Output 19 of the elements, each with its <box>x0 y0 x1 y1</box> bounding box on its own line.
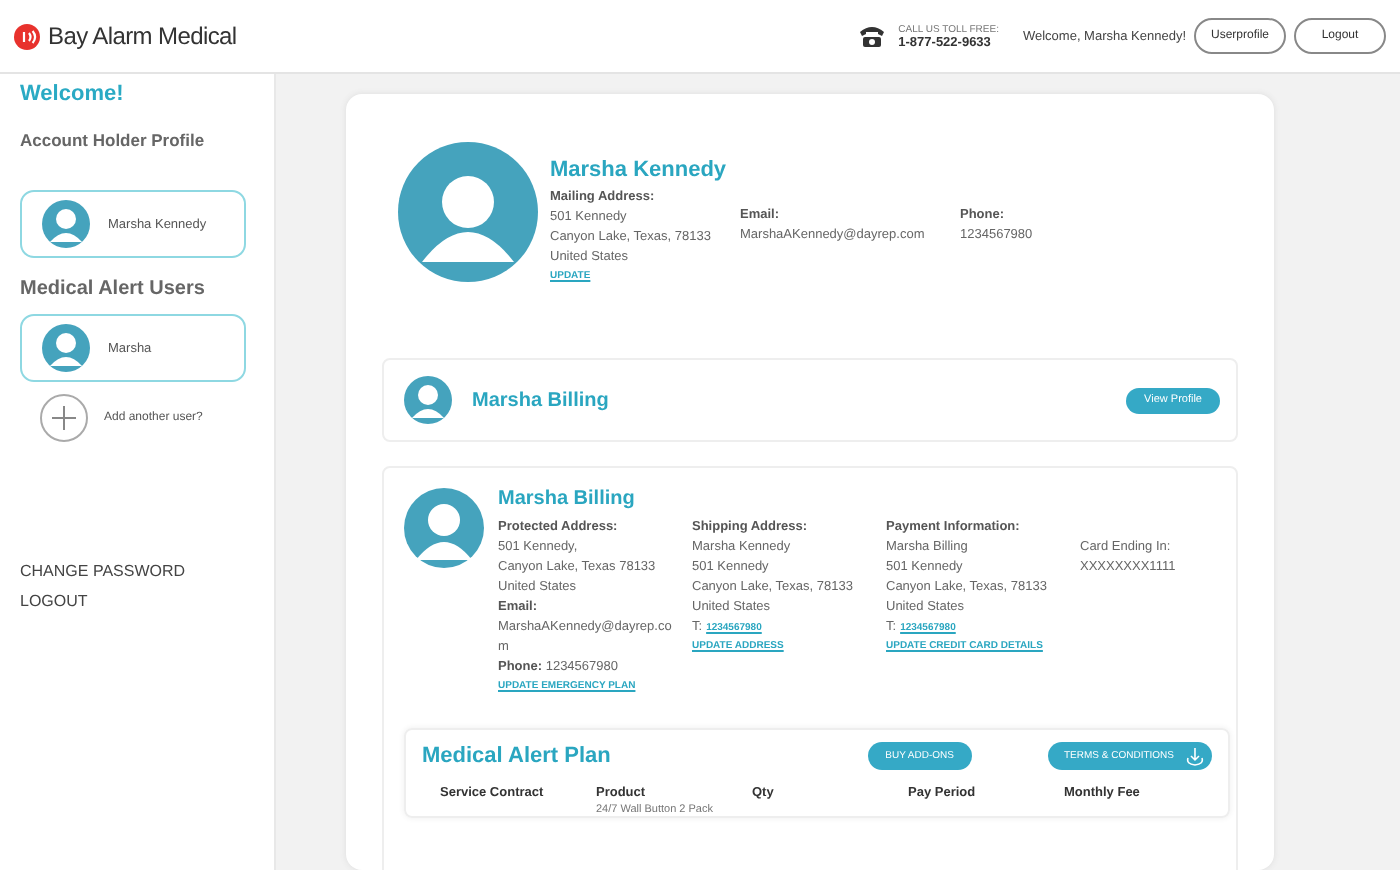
avatar-icon <box>42 324 90 372</box>
profile-name: Marsha Kennedy <box>550 158 729 182</box>
welcome-heading: Welcome! <box>20 82 126 106</box>
sidebar-link[interactable]: LOGOUT <box>20 592 274 610</box>
user-name: Marsha Billing <box>498 488 637 510</box>
avatar-icon <box>398 142 538 282</box>
section-heading: Medical Alert Users <box>20 278 207 300</box>
avatar-icon <box>404 488 484 568</box>
plan-title: Medical Alert Plan <box>422 744 611 768</box>
sidebar-link[interactable]: CHANGE PASSWORD <box>20 562 274 580</box>
add-user-icon[interactable] <box>40 394 88 442</box>
logo-icon <box>14 23 40 49</box>
download-icon <box>1186 747 1204 765</box>
avatar-icon <box>42 200 90 248</box>
user-name: Marsha Billing <box>472 389 611 411</box>
phone-icon <box>858 24 887 48</box>
logo-text: Bay Alarm Medical <box>48 22 237 50</box>
section-heading: Account Holder Profile <box>20 130 207 150</box>
avatar-icon <box>404 376 452 424</box>
